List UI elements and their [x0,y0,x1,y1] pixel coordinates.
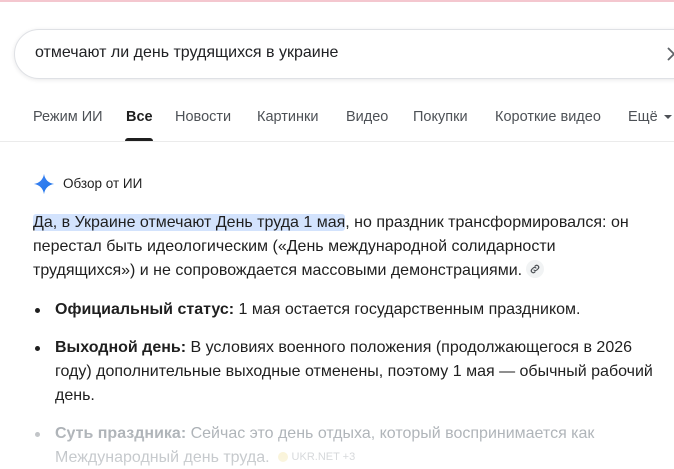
tab-ai-mode[interactable]: Режим ИИ [33,109,103,125]
highlighted-answer: Да, в Украине отмечают День труда 1 мая [33,214,346,231]
search-results-page: отмечают ли день трудящихся в украине Ре… [0,0,674,469]
ai-overview-title: Обзор от ИИ [63,176,143,191]
active-tab-indicator [125,138,153,141]
tab-short-videos[interactable]: Короткие видео [495,109,601,125]
search-tabs: Режим ИИ Все Новости Картинки Видео Поку… [0,99,674,142]
tab-more[interactable]: Ещё [628,109,672,125]
link-icon[interactable] [526,259,545,278]
list-item: Суть праздника: Сейчас это день отдыха, … [33,422,661,469]
search-input[interactable]: отмечают ли день трудящихся в украине [35,44,338,62]
close-icon[interactable] [663,43,674,65]
sparkle-icon [33,173,55,195]
bullet-label: Суть праздника: [55,425,187,442]
tab-shopping[interactable]: Покупки [413,109,468,125]
source-logo-icon [277,452,288,463]
bullet-dot [35,308,40,313]
search-box[interactable]: отмечают ли день трудящихся в украине [14,29,674,79]
tab-all[interactable]: Все [126,109,153,125]
list-item: Официальный статус: 1 мая остается госуд… [33,298,661,322]
source-chip[interactable]: UKR.NET +3 [277,445,356,469]
tab-more-label: Ещё [628,109,658,125]
bullet-dot [35,432,40,437]
source-chip-label: UKR.NET +3 [291,451,356,463]
tab-images[interactable]: Картинки [257,109,318,125]
bullet-label: Выходной день: [55,339,187,356]
bullet-dot [35,346,40,351]
bullet-text: 1 мая остается государственным празднико… [234,301,581,318]
ai-overview-bullets: Официальный статус: 1 мая остается госуд… [33,298,661,469]
tab-news[interactable]: Новости [175,109,231,125]
ai-overview-intro: Да, в Украине отмечают День труда 1 мая,… [33,211,661,283]
bullet-label: Официальный статус: [55,301,235,318]
chevron-down-icon [663,115,672,120]
list-item: Выходной день: В условиях военного полож… [33,336,661,408]
top-divider [0,0,674,2]
tab-videos[interactable]: Видео [346,109,388,125]
